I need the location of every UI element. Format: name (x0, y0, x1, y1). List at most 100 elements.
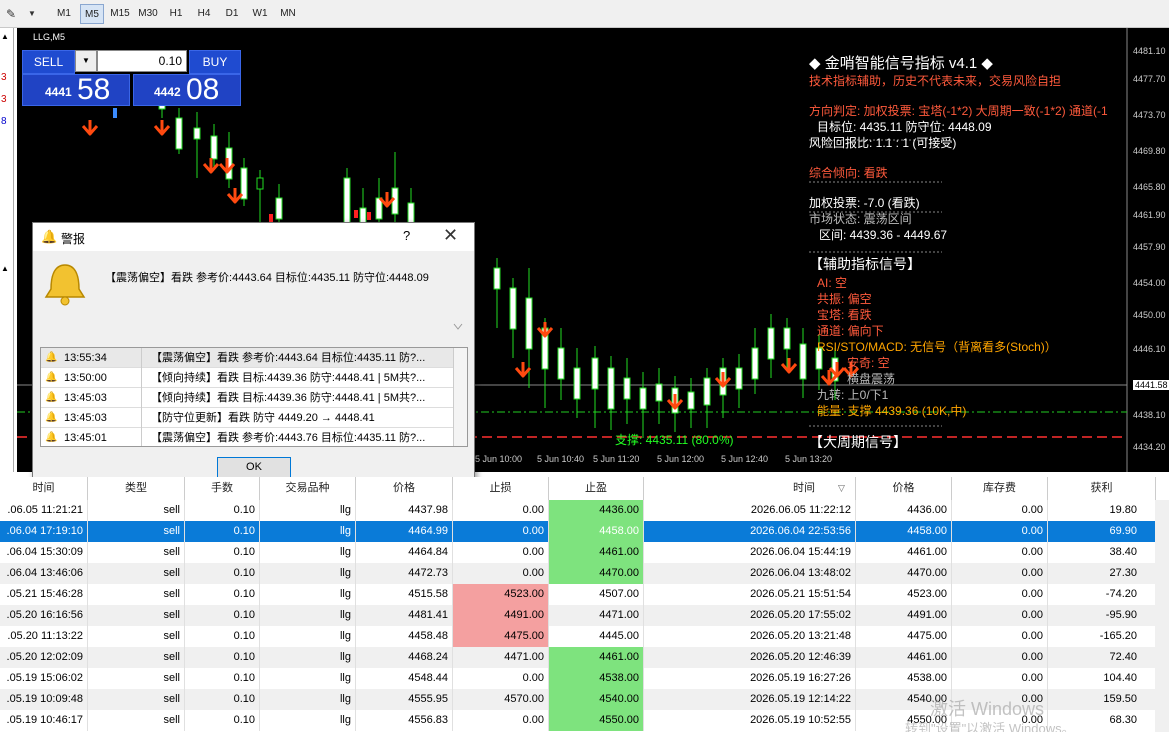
ai-line: AI: 空 (817, 276, 848, 290)
collapse-arrow-icon[interactable]: ▲ (1, 264, 9, 273)
column-header[interactable]: 类型 (88, 477, 185, 500)
timeframe-mn[interactable]: MN (276, 4, 300, 24)
table-row[interactable]: .05.19 15:06:02 sell 0.10 llg 4548.44 0.00 453… (0, 668, 1169, 689)
cell-lots: 0.10 (185, 647, 260, 668)
alert-row[interactable]: 🔔 13:45:03 【防守位更新】看跌 防守 4449.20 → 4448.41 (41, 408, 453, 428)
column-header[interactable]: 时间 (0, 477, 88, 500)
cell-type: sell (88, 689, 185, 710)
buy-button[interactable]: BUY (189, 50, 241, 74)
alert-row[interactable]: 🔔 13:45:03 【倾向持续】看跌 目标:4439.36 防守:4448.41 … (41, 388, 453, 408)
candle-body (193, 127, 201, 140)
column-header[interactable]: 库存费 (952, 477, 1048, 500)
cell-p2: 4436.00 (856, 500, 952, 521)
alert-list-scrollbar[interactable] (453, 348, 467, 446)
down-arrow-icon (153, 120, 171, 136)
column-header[interactable]: 交易品种 (260, 477, 356, 500)
alert-text: 【防守位更新】看跌 防守 4449.20 → 4448.41 (151, 412, 375, 424)
column-header[interactable]: 手数 (185, 477, 260, 500)
down-arrow-icon (81, 120, 99, 136)
cell-sl: 4491.00 (453, 605, 549, 626)
cell-p2: 4475.00 (856, 626, 952, 647)
column-header[interactable]: 获利 (1048, 477, 1156, 500)
cell-profit: -74.20 (1048, 584, 1156, 605)
column-header[interactable]: 时间 (644, 477, 856, 500)
timeframe-w1[interactable]: W1 (248, 4, 272, 24)
candle-body (591, 357, 599, 390)
candle-body (607, 367, 615, 410)
alert-row[interactable]: 🔔 13:55:34 【震荡偏空】看跌 参考价:4443.64 目标位:4435.1… (41, 348, 453, 368)
sort-descending-icon[interactable]: ▽ (838, 477, 845, 500)
timeframe-d1[interactable]: D1 (220, 4, 244, 24)
y-tick-label: 4477.70 (1133, 74, 1166, 84)
down-arrow-icon (714, 372, 732, 388)
sell-button[interactable]: SELL (22, 50, 75, 74)
cell-t1: .05.20 16:16:56 (0, 605, 88, 626)
signal-marker (367, 212, 371, 220)
table-scrollbar[interactable] (1155, 500, 1169, 732)
x-tick-label: 5 Jun 13:20 (785, 454, 833, 464)
timeframe-m5[interactable]: M5 (80, 4, 104, 24)
bid-price-minor: 58 (77, 73, 111, 106)
down-arrow-icon (536, 322, 554, 338)
dropdown-icon[interactable]: ▼ (28, 4, 36, 24)
left-digit: 3 (1, 72, 7, 83)
timeframe-m1[interactable]: M1 (52, 4, 76, 24)
cell-t1: .05.19 10:09:48 (0, 689, 88, 710)
alert-row[interactable]: 🔔 13:50:00 【倾向持续】看跌 目标:4439.36 防守:4448.41 … (41, 368, 453, 388)
table-row[interactable]: .05.20 16:16:56 sell 0.10 llg 4481.41 4491.00… (0, 605, 1169, 626)
column-header[interactable]: 止盈 (549, 477, 644, 500)
candle-body (275, 197, 283, 220)
cell-t2: 2026.06.05 11:22:12 (644, 500, 856, 521)
cell-profit: 69.90 (1048, 521, 1156, 542)
column-divider (141, 348, 142, 368)
column-header[interactable]: 价格 (856, 477, 952, 500)
column-header[interactable]: 止损 (453, 477, 549, 500)
y-tick-label: 4441.58 (1133, 380, 1169, 390)
alert-text: 【震荡偏空】看跌 参考价:4443.76 目标位:4435.11 防?... (151, 432, 426, 444)
table-row[interactable]: .06.04 13:46:06 sell 0.10 llg 4472.73 0.00 447… (0, 563, 1169, 584)
candle-body (509, 287, 517, 330)
table-row[interactable]: .05.20 11:13:22 sell 0.10 llg 4458.48 4475.00… (0, 626, 1169, 647)
cell-t1: .05.21 15:46:28 (0, 584, 88, 605)
alert-history-list[interactable]: 🔔 13:55:34 【震荡偏空】看跌 参考价:4443.64 目标位:4435.1… (40, 347, 468, 447)
timeframe-h4[interactable]: H4 (192, 4, 216, 24)
sell-price-button[interactable]: 4441 58 (22, 73, 130, 106)
cell-tp: 4461.00 (549, 542, 644, 563)
cell-type: sell (88, 605, 185, 626)
nine-turn-line: 九转: 上0/下1 (817, 388, 889, 402)
candle-body (493, 267, 501, 290)
y-tick-label: 4465.80 (1133, 182, 1166, 192)
cell-type: sell (88, 647, 185, 668)
help-button[interactable]: ? (403, 228, 410, 243)
bell-icon: 🔔 (45, 352, 58, 363)
buy-price-button[interactable]: 4442 08 (133, 73, 241, 106)
column-header[interactable]: 价格 (356, 477, 453, 500)
drawing-tools-icon[interactable]: ✎ (6, 4, 16, 24)
big-cycle-title: 【大周期信号】 (809, 434, 907, 450)
ok-button[interactable]: OK (217, 457, 291, 478)
y-tick-label: 4481.10 (1133, 46, 1166, 56)
bell-icon: 🔔 (45, 432, 58, 443)
timeframe-h1[interactable]: H1 (164, 4, 188, 24)
column-divider (141, 388, 142, 408)
lot-decrease-icon[interactable]: ▼ (75, 50, 97, 72)
cell-lots: 0.10 (185, 668, 260, 689)
timeframe-m15[interactable]: M15 (108, 4, 132, 24)
expand-chevron-icon[interactable] (453, 323, 463, 331)
table-row[interactable]: .05.21 15:46:28 sell 0.10 llg 4515.58 4523.00… (0, 584, 1169, 605)
down-arrow-icon (514, 362, 532, 378)
timeframe-m30[interactable]: M30 (136, 4, 160, 24)
cell-t2: 2026.05.20 13:21:48 (644, 626, 856, 647)
close-icon[interactable]: ✕ (443, 225, 458, 246)
table-row[interactable]: .06.04 15:30:09 sell 0.10 llg 4464.84 0.00 446… (0, 542, 1169, 563)
table-row[interactable]: .05.20 12:02:09 sell 0.10 llg 4468.24 4471.00… (0, 647, 1169, 668)
ask-price-minor: 08 (186, 73, 220, 106)
collapse-arrow-icon[interactable]: ▲ (1, 32, 9, 41)
lot-size-input[interactable]: 0.10 (97, 50, 187, 72)
alert-row[interactable]: 🔔 13:45:01 【震荡偏空】看跌 参考价:4443.76 目标位:4435.1… (41, 428, 453, 446)
cell-lots: 0.10 (185, 500, 260, 521)
table-row[interactable]: .06.05 11:21:21 sell 0.10 llg 4437.98 0.00 443… (0, 500, 1169, 521)
trade-history-table: 时间 类型 手数 交易品种 价格 止损 止盈 时间 价格 库存费 获利 ▽ .06.05 11:21:… (0, 477, 1169, 732)
cell-p2: 4523.00 (856, 584, 952, 605)
table-row[interactable]: .06.04 17:19:10 sell 0.10 llg 4464.99 0.00 445… (0, 521, 1169, 542)
